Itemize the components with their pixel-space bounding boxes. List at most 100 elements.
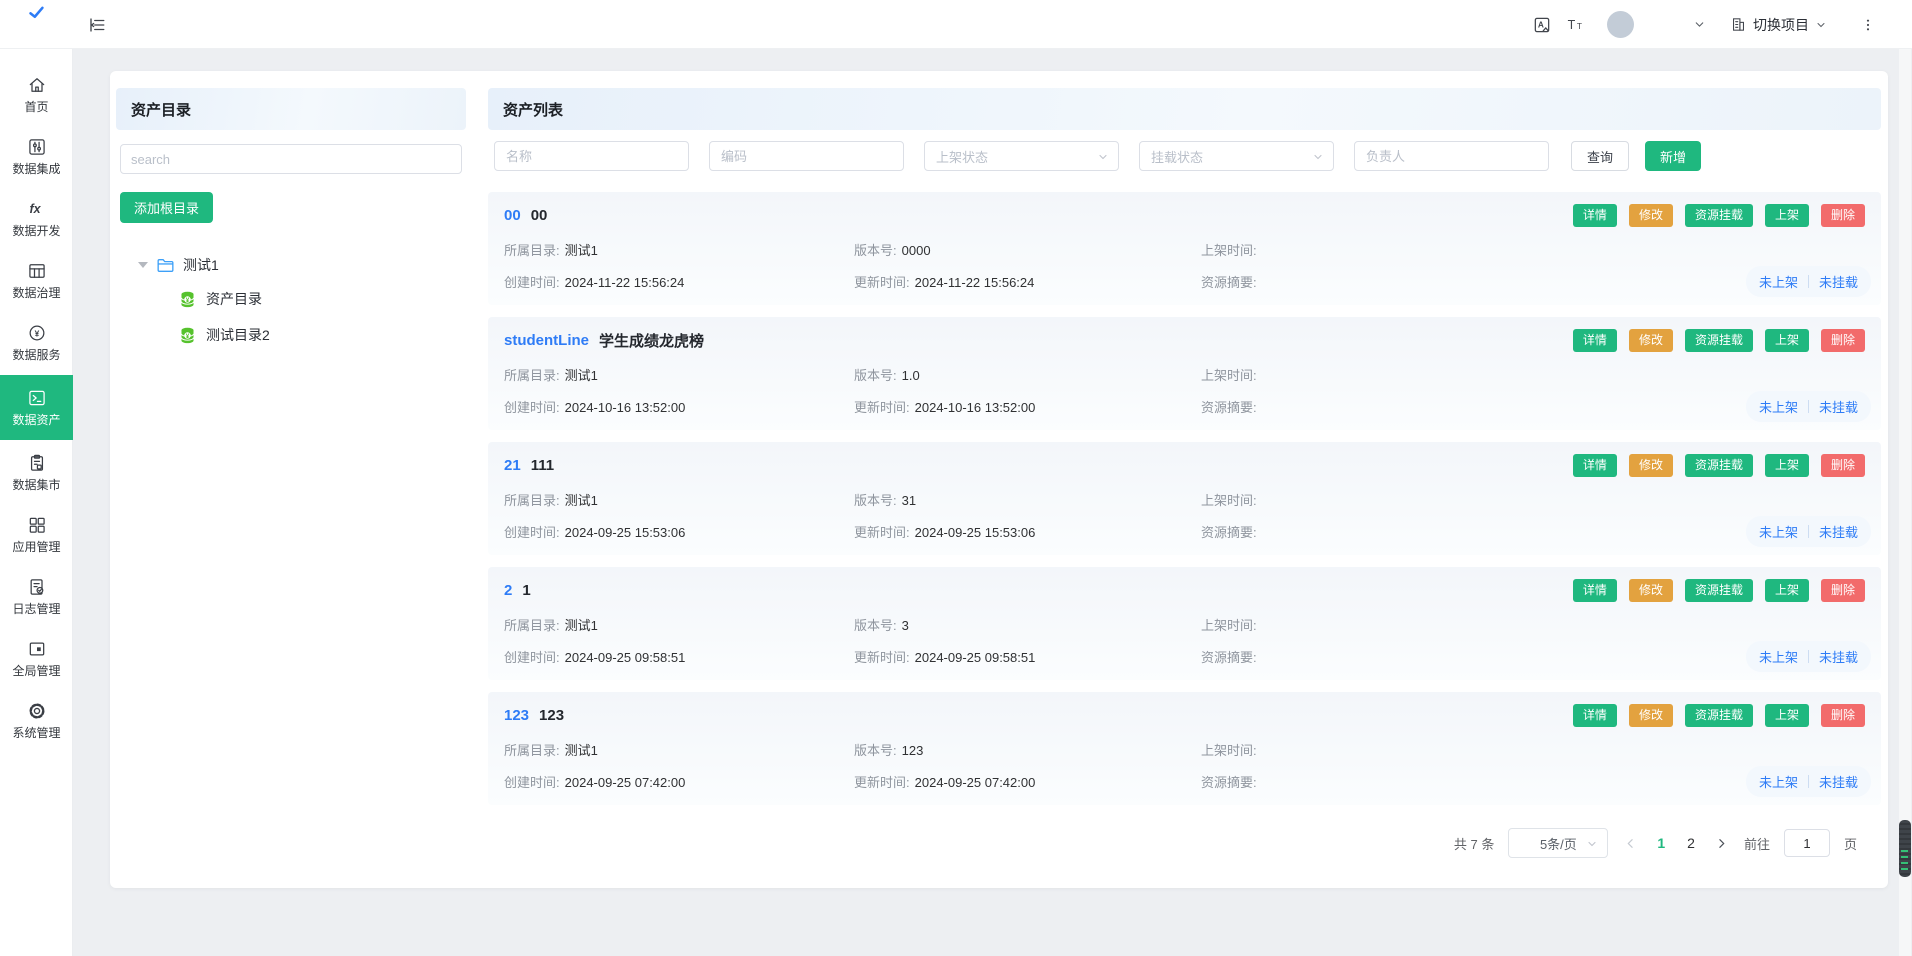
- sidebar-item-global-management[interactable]: 全局管理: [0, 629, 73, 688]
- badge-divider: [1808, 400, 1809, 413]
- updated-value: 2024-09-25 09:58:51: [915, 650, 1036, 665]
- modify-button[interactable]: 修改: [1629, 329, 1673, 352]
- status-badge: 未上架 未挂载: [1746, 641, 1871, 672]
- sidebar-item-data-asset[interactable]: 数据资产: [0, 375, 73, 440]
- font-size-icon[interactable]: T T: [1559, 8, 1593, 42]
- scrollbar-thumb[interactable]: [1899, 820, 1911, 877]
- shelf-button[interactable]: 上架: [1765, 579, 1809, 602]
- updated-label: 更新时间:: [854, 650, 910, 665]
- shelf-button[interactable]: 上架: [1765, 454, 1809, 477]
- sidebar-item-data-integration[interactable]: 数据集成: [0, 127, 73, 186]
- caret-down-icon[interactable]: [138, 262, 148, 268]
- not-mounted-badge[interactable]: 未挂载: [1819, 397, 1858, 416]
- not-mounted-badge[interactable]: 未挂载: [1819, 272, 1858, 291]
- chevron-down-icon: [1312, 151, 1324, 163]
- tree-node-root[interactable]: 测试1: [116, 249, 466, 281]
- not-shelved-badge[interactable]: 未上架: [1759, 772, 1798, 791]
- shelf-button[interactable]: 上架: [1765, 204, 1809, 227]
- tree-node-child[interactable]: ¥ 资产目录: [116, 281, 466, 317]
- prev-page-icon[interactable]: [1624, 837, 1637, 850]
- mount-status-select[interactable]: 挂载状态: [1139, 141, 1334, 171]
- modify-button[interactable]: 修改: [1629, 579, 1673, 602]
- version-label: 版本号:: [854, 493, 897, 508]
- delete-button[interactable]: 删除: [1821, 454, 1865, 477]
- shelf-button[interactable]: 上架: [1765, 704, 1809, 727]
- sidebar-item-data-mart[interactable]: 数据集市: [0, 443, 73, 502]
- resource-mount-button[interactable]: 资源挂载: [1685, 329, 1753, 352]
- detail-button[interactable]: 详情: [1573, 704, 1617, 727]
- goto-label: 前往: [1744, 834, 1770, 853]
- sidebar-item-system-management[interactable]: 系统管理: [0, 691, 73, 750]
- asset-details: 所属目录:测试1 版本号:0000 上架时间: 创建时间:2024-11-22 …: [504, 240, 1865, 291]
- created-value: 2024-09-25 07:42:00: [565, 775, 686, 790]
- modify-button[interactable]: 修改: [1629, 704, 1673, 727]
- modify-button[interactable]: 修改: [1629, 454, 1673, 477]
- sidebar-collapse-icon[interactable]: [86, 14, 108, 36]
- detail-button[interactable]: 详情: [1573, 329, 1617, 352]
- asset-code-link[interactable]: 00: [504, 207, 521, 224]
- updated-value: 2024-09-25 07:42:00: [915, 775, 1036, 790]
- code-filter-input[interactable]: [709, 141, 904, 171]
- sidebar-item-data-governance[interactable]: 数据治理: [0, 251, 73, 310]
- home-icon: [27, 75, 47, 95]
- svg-text:¥: ¥: [186, 296, 190, 303]
- query-button[interactable]: 查询: [1571, 141, 1629, 171]
- delete-button[interactable]: 删除: [1821, 704, 1865, 727]
- sidebar-item-data-service[interactable]: ¥ 数据服务: [0, 313, 73, 372]
- switch-project-label: 切换项目: [1753, 15, 1809, 35]
- modify-button[interactable]: 修改: [1629, 204, 1673, 227]
- tree-node-child[interactable]: ¥ 测试目录2: [116, 317, 466, 353]
- sidebar-item-data-development[interactable]: fx 数据开发: [0, 189, 73, 248]
- detail-button[interactable]: 详情: [1573, 579, 1617, 602]
- detail-button[interactable]: 详情: [1573, 204, 1617, 227]
- image-text-icon[interactable]: A: [1525, 8, 1559, 42]
- not-shelved-badge[interactable]: 未上架: [1759, 647, 1798, 666]
- sidebar-item-log-management[interactable]: 日志管理: [0, 567, 73, 626]
- add-asset-button[interactable]: 新增: [1645, 141, 1701, 171]
- tree-children: ¥ 资产目录 ¥ 测试目录2: [116, 281, 466, 353]
- chevron-down-icon[interactable]: [1682, 8, 1716, 42]
- shelf-status-select[interactable]: 上架状态: [924, 141, 1119, 171]
- avatar[interactable]: [1607, 11, 1634, 38]
- asset-panel-title: 资产列表: [503, 99, 563, 120]
- summary-label: 资源摘要:: [1201, 650, 1257, 665]
- page-number[interactable]: 2: [1685, 835, 1697, 851]
- delete-button[interactable]: 删除: [1821, 579, 1865, 602]
- add-root-directory-button[interactable]: 添加根目录: [120, 192, 213, 223]
- name-filter-input[interactable]: [494, 141, 689, 171]
- version-value: 31: [902, 493, 916, 508]
- more-menu-icon[interactable]: [1851, 8, 1885, 42]
- resource-mount-button[interactable]: 资源挂载: [1685, 454, 1753, 477]
- not-mounted-badge[interactable]: 未挂载: [1819, 772, 1858, 791]
- resource-mount-button[interactable]: 资源挂载: [1685, 704, 1753, 727]
- not-shelved-badge[interactable]: 未上架: [1759, 397, 1798, 416]
- sidebar-item-home[interactable]: 首页: [0, 65, 73, 124]
- resource-mount-button[interactable]: 资源挂载: [1685, 204, 1753, 227]
- resource-mount-button[interactable]: 资源挂载: [1685, 579, 1753, 602]
- shelf-button[interactable]: 上架: [1765, 329, 1809, 352]
- owner-filter-input[interactable]: [1354, 141, 1549, 171]
- asset-code-link[interactable]: 21: [504, 457, 521, 474]
- delete-button[interactable]: 删除: [1821, 204, 1865, 227]
- detail-button[interactable]: 详情: [1573, 454, 1617, 477]
- goto-page-input[interactable]: [1784, 829, 1830, 857]
- not-shelved-badge[interactable]: 未上架: [1759, 272, 1798, 291]
- asset-code-link[interactable]: studentLine: [504, 332, 589, 349]
- asset-catalog-panel: 资产目录 添加根目录 测试1 ¥ 资产目录: [116, 88, 466, 888]
- asset-code-link[interactable]: 2: [504, 582, 512, 599]
- sidebar-item-app-management[interactable]: 应用管理: [0, 505, 73, 564]
- page-number[interactable]: 1: [1655, 835, 1667, 851]
- not-shelved-badge[interactable]: 未上架: [1759, 522, 1798, 541]
- switch-project-button[interactable]: 切换项目: [1730, 15, 1827, 35]
- database-icon: ¥: [178, 326, 197, 345]
- catalog-search-input[interactable]: [120, 144, 462, 174]
- asset-details: 所属目录:测试1 版本号:1.0 上架时间: 创建时间:2024-10-16 1…: [504, 365, 1865, 416]
- page-size-select[interactable]: 5条/页: [1508, 828, 1608, 858]
- not-mounted-badge[interactable]: 未挂载: [1819, 647, 1858, 666]
- next-page-icon[interactable]: [1715, 837, 1728, 850]
- delete-button[interactable]: 删除: [1821, 329, 1865, 352]
- asset-code-link[interactable]: 123: [504, 707, 529, 724]
- directory-label: 所属目录:: [504, 618, 560, 633]
- scrollbar-track[interactable]: [1899, 49, 1911, 956]
- not-mounted-badge[interactable]: 未挂载: [1819, 522, 1858, 541]
